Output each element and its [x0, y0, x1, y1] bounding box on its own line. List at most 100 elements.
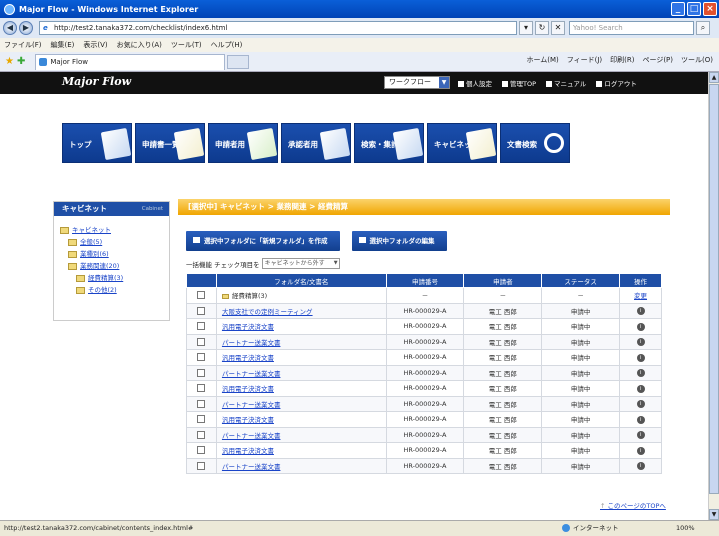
document-link[interactable]: パートナー送業文書 [222, 432, 281, 440]
refresh-icon[interactable]: ↻ [535, 21, 549, 35]
tree-link-other[interactable]: その他(2) [76, 286, 117, 294]
edit-folder-button[interactable]: 選択中フォルダの編集 [351, 231, 447, 251]
row-applicant-cell: 電工 西郎 [463, 349, 543, 366]
document-link[interactable]: 汎用電子決済文書 [222, 323, 274, 331]
vertical-scrollbar[interactable]: ▲ ▼ [708, 72, 719, 520]
info-icon[interactable]: i [636, 353, 645, 362]
workflow-select[interactable]: ワークフロー ▼ [384, 76, 450, 89]
menu-file[interactable]: ファイル(F) [4, 40, 42, 50]
row-checkbox[interactable] [197, 306, 206, 315]
row-checkbox[interactable] [197, 446, 206, 455]
maximize-icon[interactable]: □ [687, 2, 701, 16]
menu-help[interactable]: ヘルプ(H) [211, 40, 243, 50]
close-icon[interactable]: × [703, 2, 717, 16]
document-link[interactable]: パートナー送業文書 [222, 463, 281, 471]
nav-cabinet[interactable]: キャビネット [427, 123, 497, 163]
document-link[interactable]: パートナー送業文書 [222, 370, 281, 378]
row-op-cell: i [619, 411, 662, 428]
row-check-cell [186, 426, 217, 443]
info-icon[interactable]: i [636, 338, 645, 347]
stop-icon[interactable]: ✕ [551, 21, 565, 35]
favorites-star-icon[interactable]: ★ [5, 56, 14, 67]
feed-button[interactable]: フィード(J) [567, 55, 602, 65]
site-logo[interactable]: Major Flow [62, 75, 131, 88]
to-top-link[interactable]: このページのTOPへ [600, 500, 666, 510]
back-button[interactable]: ◀ [3, 21, 17, 35]
browser-tab[interactable]: Major Flow [35, 53, 226, 70]
row-checkbox[interactable] [197, 368, 206, 377]
tree-link-cabinet[interactable]: キャビネット [60, 226, 111, 234]
menu-tools[interactable]: ツール(T) [171, 40, 202, 50]
tree-link-industry[interactable]: 業種別(6) [68, 250, 109, 258]
add-favorite-icon[interactable]: ✚ [17, 56, 25, 67]
header-link-admin[interactable]: 管理TOP [502, 78, 536, 88]
print-button[interactable]: 印刷(R) [610, 55, 634, 65]
header-link-manual[interactable]: マニュアル [546, 78, 586, 88]
tree-link-general[interactable]: 全般(5) [68, 238, 102, 246]
document-link[interactable]: パートナー送業文書 [222, 339, 281, 347]
header-link-logout[interactable]: ログアウト [596, 78, 637, 88]
scroll-thumb[interactable] [709, 84, 719, 494]
document-link[interactable]: 大阪支社での定例ミーティング [222, 308, 313, 316]
row-checkbox[interactable] [197, 384, 206, 393]
info-icon[interactable]: i [636, 369, 645, 378]
row-checkbox[interactable] [197, 353, 206, 362]
row-name-cell: パートナー送業文書 [215, 364, 387, 381]
row-checkbox[interactable] [197, 461, 206, 470]
menu-view[interactable]: 表示(V) [83, 40, 107, 50]
search-icon[interactable]: ⌕ [696, 21, 710, 35]
change-link[interactable]: 変更 [634, 292, 647, 300]
info-icon[interactable]: i [636, 415, 645, 424]
info-icon[interactable]: i [636, 462, 645, 471]
nav-search-aggregate[interactable]: 検索・集計 [354, 123, 424, 163]
row-checkbox[interactable] [197, 399, 206, 408]
info-icon[interactable]: i [636, 384, 645, 393]
stamp-icon [319, 127, 350, 161]
nav-applicant[interactable]: 申請者用 [208, 123, 278, 163]
search-input[interactable]: Yahoo! Search [569, 21, 694, 35]
info-icon[interactable]: i [636, 322, 645, 331]
header-link-settings[interactable]: 個人設定 [458, 78, 492, 88]
magnifier-icon [544, 133, 564, 153]
row-op-cell: i [619, 442, 662, 459]
page-button[interactable]: ページ(P) [642, 55, 673, 65]
nav-top[interactable]: トップ [62, 123, 132, 163]
bulk-action-select[interactable]: キャビネットから外す [261, 258, 340, 269]
nav-document-search[interactable]: 文書検索 [500, 123, 570, 163]
document-link[interactable]: 汎用電子決済文書 [222, 354, 274, 362]
tree-link-business[interactable]: 業務関連(20) [68, 262, 119, 270]
menu-edit[interactable]: 編集(E) [51, 40, 75, 50]
tree-item: 全般(5) [60, 236, 169, 248]
url-input[interactable]: http://test2.tanaka372.com/checklist/ind… [39, 21, 517, 35]
row-number-cell: HR-000029-A [385, 302, 465, 319]
nav-approver[interactable]: 承認者用 [281, 123, 351, 163]
new-tab-button[interactable] [227, 54, 250, 69]
document-link[interactable]: 汎用電子決済文書 [222, 447, 274, 455]
info-icon[interactable]: i [636, 446, 645, 455]
row-checkbox[interactable] [197, 415, 206, 424]
document-link[interactable]: 汎用電子決済文書 [222, 416, 274, 424]
tree-link-expenses[interactable]: 経費精算(3) [76, 274, 123, 282]
zoom-level[interactable]: 100% [676, 521, 695, 536]
row-checkbox[interactable] [197, 291, 206, 300]
document-link[interactable]: 汎用電子決済文書 [222, 385, 274, 393]
tools-button[interactable]: ツール(O) [681, 55, 713, 65]
row-checkbox[interactable] [197, 430, 206, 439]
info-icon[interactable]: i [636, 307, 645, 316]
scroll-down-icon[interactable]: ▼ [709, 509, 719, 520]
menu-favorites[interactable]: お気に入り(A) [117, 40, 162, 50]
create-folder-button[interactable]: 選択中フォルダに「新規フォルダ」を作成 [186, 231, 340, 251]
nav-application-list[interactable]: 申請書一覧 [135, 123, 205, 163]
row-check-cell [186, 302, 217, 319]
minimize-icon[interactable]: _ [671, 2, 685, 16]
info-icon[interactable]: i [636, 400, 645, 409]
row-op-cell: i [619, 395, 662, 412]
info-icon[interactable]: i [636, 431, 645, 440]
home-button[interactable]: ホーム(M) [526, 55, 558, 65]
row-checkbox[interactable] [197, 337, 206, 346]
forward-button[interactable]: ▶ [19, 21, 33, 35]
document-link[interactable]: パートナー送業文書 [222, 401, 281, 409]
row-checkbox[interactable] [197, 322, 206, 331]
dropdown-arrow-icon[interactable]: ▾ [519, 21, 533, 35]
scroll-up-icon[interactable]: ▲ [709, 72, 719, 83]
